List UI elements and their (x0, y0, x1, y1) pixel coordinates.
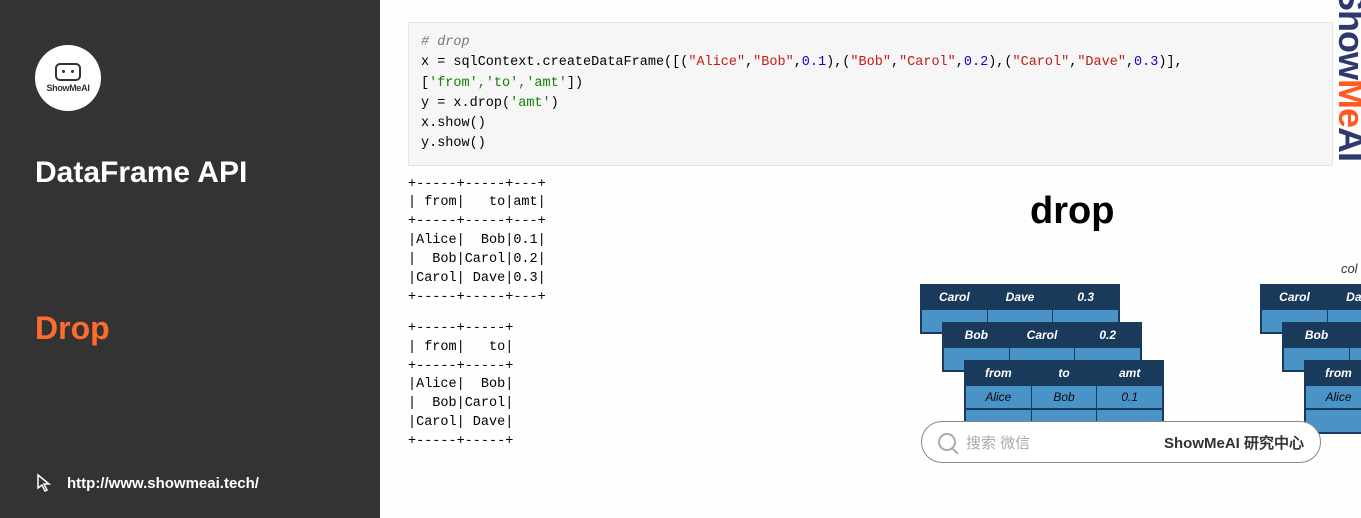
footer-url: http://www.showmeai.tech/ (67, 475, 259, 492)
footer: http://www.showmeai.tech/ (35, 473, 259, 493)
diagram: drop col = 'amt' CarolDave0.3 BobCarol0.… (920, 190, 1361, 434)
code-line-2: y = x.drop('amt') (421, 94, 1320, 114)
logo: ShowMeAI (35, 45, 101, 111)
search-placeholder: 搜索 微信 (966, 432, 1030, 453)
section-title: Drop (35, 310, 345, 347)
code-line-4: y.show() (421, 134, 1320, 154)
code-comment: # drop (421, 35, 470, 50)
card-front-right: fromto AliceBob (1304, 360, 1361, 434)
cursor-icon (35, 473, 55, 493)
code-block: # drop x = sqlContext.createDataFrame([(… (408, 22, 1333, 166)
diagram-title: drop (1030, 190, 1361, 233)
logo-face-icon (55, 63, 81, 81)
code-line-3: x.show() (421, 114, 1320, 134)
code-line-1: x = sqlContext.createDataFrame([("Alice"… (421, 53, 1320, 94)
main-content: # drop x = sqlContext.createDataFrame([(… (380, 0, 1361, 518)
search-brand: ShowMeAI 研究中心 (1164, 432, 1304, 453)
page-title: DataFrame API (35, 156, 345, 190)
search-bar[interactable]: 搜索 微信 ShowMeAI 研究中心 (921, 421, 1321, 463)
logo-text: ShowMeAI (46, 83, 89, 93)
watermark: ShowMeAI (1330, 0, 1361, 161)
search-icon (938, 433, 956, 451)
stack-left: CarolDave0.3 BobCarol0.2 fromtoamt Alice… (920, 284, 1140, 434)
sidebar: ShowMeAI DataFrame API Drop http://www.s… (0, 0, 380, 518)
diagram-col-label: col = 'amt' (1060, 261, 1361, 276)
stack-right: CarolDave BobCarol fromto AliceBob (1260, 284, 1361, 434)
